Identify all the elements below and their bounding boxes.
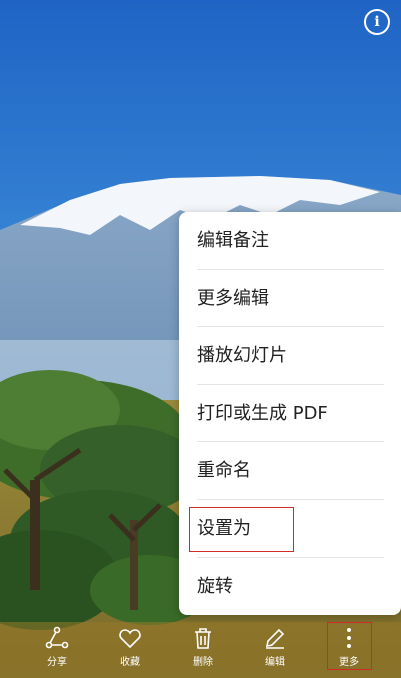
menu-item-more-edit[interactable]: 更多编辑 (197, 270, 384, 328)
share-button[interactable]: 分享 (27, 622, 87, 678)
menu-item-rotate[interactable]: 旋转 (197, 558, 384, 616)
share-label: 分享 (47, 657, 67, 668)
favorite-label: 收藏 (120, 657, 140, 668)
favorite-button[interactable]: 收藏 (100, 622, 160, 678)
info-icon[interactable]: i (364, 9, 390, 35)
menu-item-set-as[interactable]: 设置为 (197, 500, 384, 558)
menu-item-rename[interactable]: 重命名 (197, 442, 384, 500)
trash-icon (195, 628, 211, 649)
delete-button[interactable]: 删除 (173, 622, 233, 678)
more-options-menu: 编辑备注 更多编辑 播放幻灯片 打印或生成 PDF 重命名 设置为 旋转 (179, 212, 401, 615)
more-label: 更多 (339, 657, 359, 668)
share-icon (45, 626, 69, 649)
more-vertical-icon (347, 628, 351, 648)
menu-item-print-pdf[interactable]: 打印或生成 PDF (197, 385, 384, 443)
pencil-icon (265, 628, 285, 649)
more-button[interactable]: 更多 (319, 622, 379, 678)
bottom-toolbar: 分享 收藏 删除 编辑 更多 (0, 622, 401, 678)
edit-label: 编辑 (265, 657, 285, 668)
menu-item-edit-note[interactable]: 编辑备注 (197, 212, 384, 270)
heart-icon (119, 629, 141, 649)
menu-item-slideshow[interactable]: 播放幻灯片 (197, 327, 384, 385)
edit-button[interactable]: 编辑 (245, 622, 305, 678)
delete-label: 删除 (193, 657, 213, 668)
